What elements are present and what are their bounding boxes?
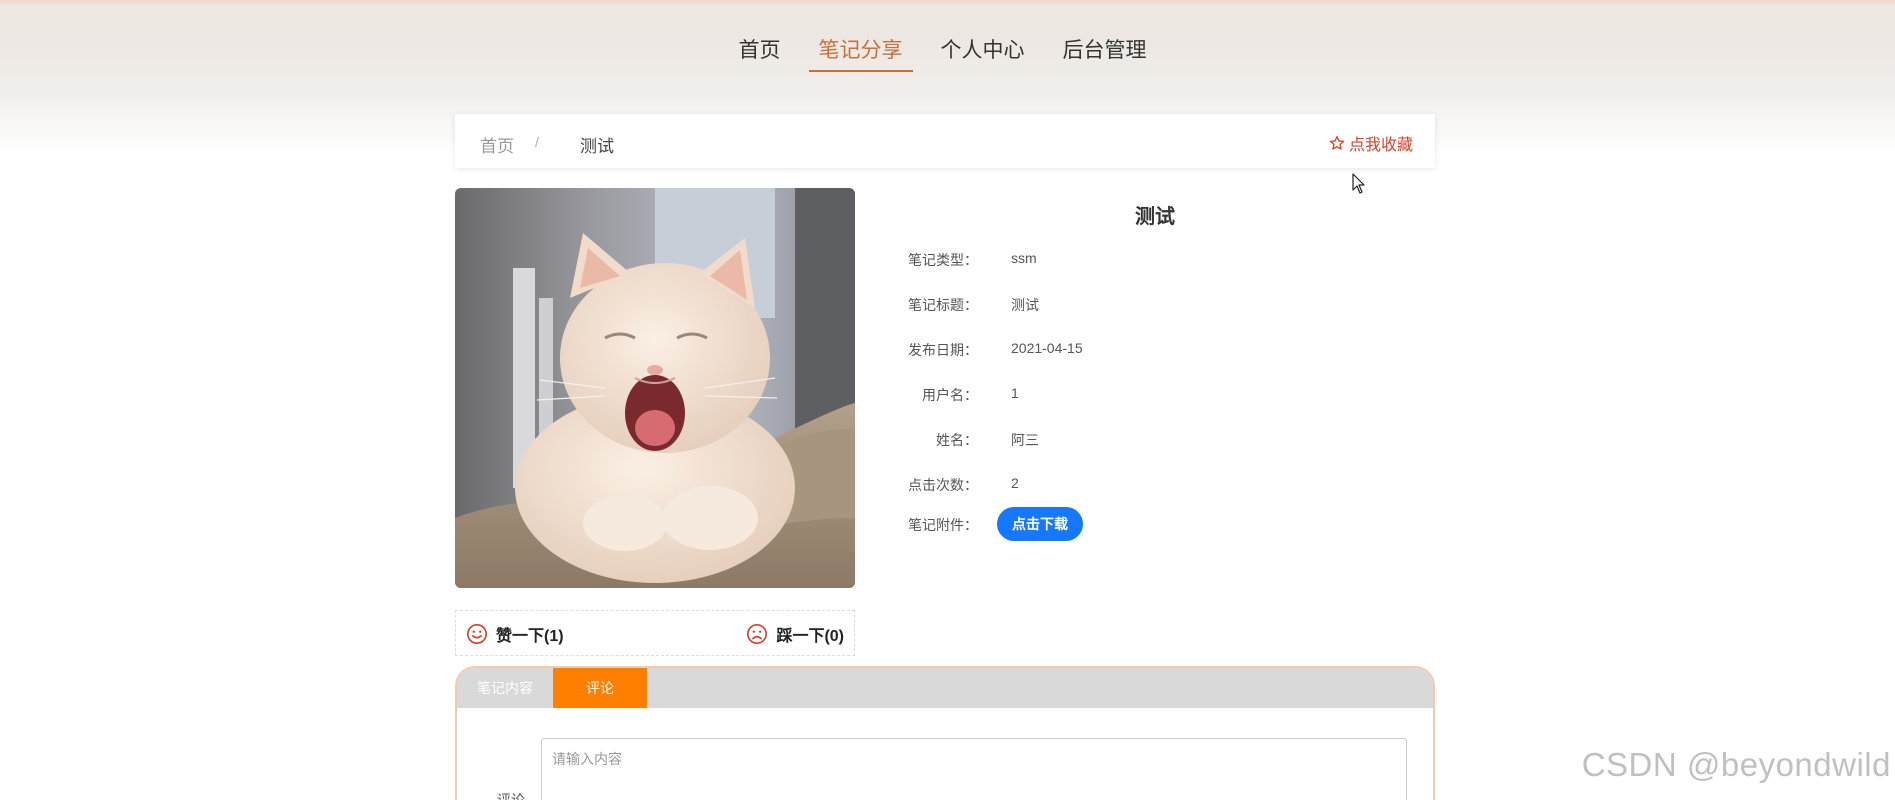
field-label: 笔记附件： bbox=[908, 517, 978, 533]
nav-item-home[interactable]: 首页 bbox=[729, 28, 791, 72]
download-button[interactable]: 点击下载 bbox=[997, 507, 1083, 541]
field-label: 点击次数： bbox=[908, 477, 978, 493]
dislike-label: 踩一下(0) bbox=[776, 628, 844, 645]
nav-item-note-share[interactable]: 笔记分享 bbox=[808, 28, 913, 72]
field-label: 姓名： bbox=[936, 432, 978, 448]
field-value: ssm bbox=[1011, 250, 1037, 266]
favorite-label: 点我收藏 bbox=[1348, 137, 1413, 154]
star-outline-icon bbox=[1329, 136, 1345, 150]
field-note-type: 笔记类型： ssm bbox=[880, 250, 1380, 274]
field-label: 笔记类型： bbox=[908, 252, 978, 268]
comment-label: 评论 bbox=[497, 792, 525, 800]
favorite-button[interactable]: 点我收藏 bbox=[1329, 131, 1413, 155]
tab-note-content[interactable]: 笔记内容 bbox=[457, 668, 553, 708]
content-panel: 笔记内容 评论 评论 bbox=[455, 666, 1435, 800]
tab-bar: 笔记内容 评论 bbox=[457, 668, 1433, 708]
frown-icon bbox=[747, 624, 768, 644]
dislike-button[interactable]: 踩一下(0) bbox=[746, 622, 844, 646]
field-label: 用户名： bbox=[922, 387, 978, 403]
field-publish-date: 发布日期： 2021-04-15 bbox=[880, 340, 1380, 364]
like-button[interactable]: 赞一下(1) bbox=[466, 622, 564, 646]
smile-icon bbox=[467, 624, 487, 644]
header: 首页 笔记分享 个人中心 后台管理 bbox=[0, 0, 1895, 96]
field-value: 2021-04-15 bbox=[1011, 340, 1083, 356]
field-username: 用户名： 1 bbox=[880, 385, 1380, 409]
comment-input[interactable] bbox=[541, 738, 1407, 800]
breadcrumb-separator: / bbox=[535, 134, 539, 150]
nav-item-personal-center[interactable]: 个人中心 bbox=[931, 28, 1035, 72]
watermark: CSDN @beyondwild bbox=[1581, 746, 1891, 783]
breadcrumb-home[interactable]: 首页 bbox=[480, 132, 514, 157]
field-note-title: 笔记标题： 测试 bbox=[880, 295, 1380, 319]
field-click-count: 点击次数： 2 bbox=[880, 475, 1380, 499]
field-name: 姓名： 阿三 bbox=[880, 430, 1380, 454]
field-value: 2 bbox=[1011, 475, 1019, 491]
like-label: 赞一下(1) bbox=[496, 628, 564, 645]
breadcrumb: 首页 / 测试 点我收藏 bbox=[455, 114, 1435, 168]
mouse-cursor-icon bbox=[1352, 173, 1365, 194]
breadcrumb-current: 测试 bbox=[580, 137, 614, 156]
field-value: 1 bbox=[1011, 385, 1019, 401]
field-label: 发布日期： bbox=[908, 342, 978, 358]
tab-comment[interactable]: 评论 bbox=[553, 668, 647, 708]
field-value: 测试 bbox=[1011, 297, 1039, 313]
field-label: 笔记标题： bbox=[908, 297, 978, 313]
main-nav: 首页 笔记分享 个人中心 后台管理 bbox=[0, 28, 1895, 72]
field-value: 阿三 bbox=[1011, 432, 1039, 448]
vote-bar: 赞一下(1) 踩一下(0) bbox=[455, 610, 855, 656]
detail-title: 测试 bbox=[1135, 206, 1175, 228]
page: { "nav": { "items": [ {"label": "首页", "a… bbox=[0, 0, 1895, 800]
nav-item-admin[interactable]: 后台管理 bbox=[1053, 28, 1157, 72]
field-attachment: 笔记附件： bbox=[880, 515, 1380, 539]
cat-photo bbox=[455, 188, 855, 588]
